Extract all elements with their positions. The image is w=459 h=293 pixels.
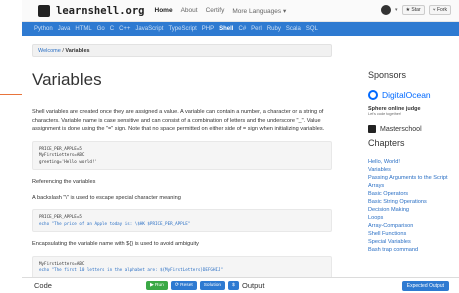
language-bar: Python Java HTML Go C C++ JavaScript Typ… — [22, 22, 459, 36]
chapter-link[interactable]: Arrays — [368, 182, 459, 190]
code-label: Code — [34, 281, 52, 290]
chapter-link[interactable]: Basic String Operations — [368, 198, 459, 206]
digitalocean-icon — [368, 90, 378, 100]
lang-perl[interactable]: Perl — [251, 26, 262, 32]
lang-html[interactable]: HTML — [75, 26, 91, 32]
code-block-encapsulate: MyFirstLetters=ABC echo "The first 10 le… — [32, 255, 332, 279]
nav-home[interactable]: Home — [155, 7, 173, 14]
code-block-assign: PRICE_PER_APPLE=5 MyFirstLetters=ABC gre… — [32, 140, 332, 170]
lang-java[interactable]: Java — [58, 26, 71, 32]
chapter-link[interactable]: Decision Making — [368, 206, 459, 214]
chapter-link[interactable]: Bash trap command — [368, 246, 459, 254]
lang-javascript[interactable]: JavaScript — [135, 26, 163, 32]
chapters-list: Hello, World! Variables Passing Argument… — [368, 158, 459, 254]
code-block-escape: PRICE_PER_APPLE=5 echo "The price of an … — [32, 209, 332, 232]
intro-paragraph: Shell variables are created once they ar… — [32, 109, 325, 132]
lang-sql[interactable]: SQL — [306, 26, 318, 32]
code-line: echo "The price of an Apple today is: \$… — [39, 220, 191, 226]
top-navbar: learnshell.org Home About Certify More L… — [22, 0, 459, 22]
lang-ruby[interactable]: Ruby — [267, 26, 281, 32]
masterschool-sponsor[interactable]: Masterschool — [368, 125, 459, 133]
lang-cpp[interactable]: C++ — [119, 26, 130, 32]
sponsors-title: Sponsors — [368, 70, 407, 80]
chapter-link[interactable]: Special Variables — [368, 238, 459, 246]
chapter-link[interactable]: Loops — [368, 214, 459, 222]
github-fork-button[interactable]: ⑂ Fork — [428, 5, 451, 15]
nav-more-languages[interactable]: More Languages ▾ — [232, 7, 286, 15]
masterschool-icon — [368, 125, 376, 133]
lang-typescript[interactable]: TypeScript — [168, 26, 196, 32]
referencing-heading: Referencing the variables — [32, 179, 96, 185]
main-content: Variables Shell variables are created on… — [32, 70, 332, 287]
digitalocean-label: DigitalOcean — [382, 90, 431, 100]
nav-about[interactable]: About — [181, 7, 198, 14]
breadcrumb-home-link[interactable]: Welcome — [38, 48, 61, 54]
reset-button[interactable]: ⟳ Reset — [170, 281, 197, 290]
page-title: Variables — [32, 70, 102, 89]
site-logo[interactable]: learnshell.org — [56, 5, 145, 17]
github-star-button[interactable]: ★ Star — [401, 5, 425, 15]
code-line: greeting='Hello world!' — [39, 158, 97, 164]
digitalocean-sponsor[interactable]: DigitalOcean — [368, 90, 459, 100]
chapter-link[interactable]: Basic Operators — [368, 190, 459, 198]
lang-c[interactable]: C — [110, 26, 114, 32]
solution-button[interactable]: Solution — [199, 281, 226, 290]
breadcrumb: Welcome / Variables — [32, 44, 332, 57]
sphere-sublabel: Let's code together! — [368, 112, 402, 116]
chevron-down-icon[interactable]: ▾ — [395, 7, 398, 13]
nav-certify[interactable]: Certify — [206, 7, 225, 14]
encapsulate-paragraph: Encapsulating the variable name with ${}… — [32, 241, 199, 247]
run-button[interactable]: ▶ Run — [146, 281, 168, 290]
dollar-button[interactable]: $ — [228, 281, 239, 290]
masterschool-label: Masterschool — [380, 125, 422, 133]
lang-shell[interactable]: Shell — [219, 26, 233, 32]
github-icon[interactable] — [381, 5, 392, 15]
expected-output-button[interactable]: Expected Output — [401, 281, 449, 291]
lang-php[interactable]: PHP — [202, 26, 214, 32]
left-accent-line — [0, 94, 22, 95]
logo-icon — [38, 4, 50, 17]
sphere-sponsor[interactable]: Sphere online judge Let's code together! — [368, 106, 459, 116]
code-buttons: ▶ Run ⟳ Reset Solution $ — [146, 281, 239, 290]
output-label: Output — [242, 281, 265, 290]
code-line: echo "The first 10 letters in the alphab… — [39, 267, 224, 272]
code-toolbar: Code ▶ Run ⟳ Reset Solution $ Output Exp… — [22, 277, 459, 293]
escape-paragraph: A backslash "\" is used to escape specia… — [32, 194, 181, 201]
chapter-link[interactable]: Hello, World! — [368, 158, 459, 166]
chapter-link[interactable]: Shell Functions — [368, 230, 459, 238]
chapter-link[interactable]: Variables — [368, 166, 459, 174]
topright-actions: ▾ ★ Star ⑂ Fork — [381, 5, 451, 15]
lang-python[interactable]: Python — [34, 26, 53, 32]
chapter-link[interactable]: Array-Comparison — [368, 222, 459, 230]
breadcrumb-current: Variables — [65, 48, 90, 54]
chapter-link[interactable]: Passing Arguments to the Script — [368, 174, 459, 182]
sidebar: Sponsors DigitalOcean Sphere online judg… — [368, 70, 459, 254]
lang-go[interactable]: Go — [97, 26, 105, 32]
lang-csharp[interactable]: C# — [238, 26, 246, 32]
lang-scala[interactable]: Scala — [286, 26, 301, 32]
chapters-title: Chapters — [368, 138, 405, 148]
